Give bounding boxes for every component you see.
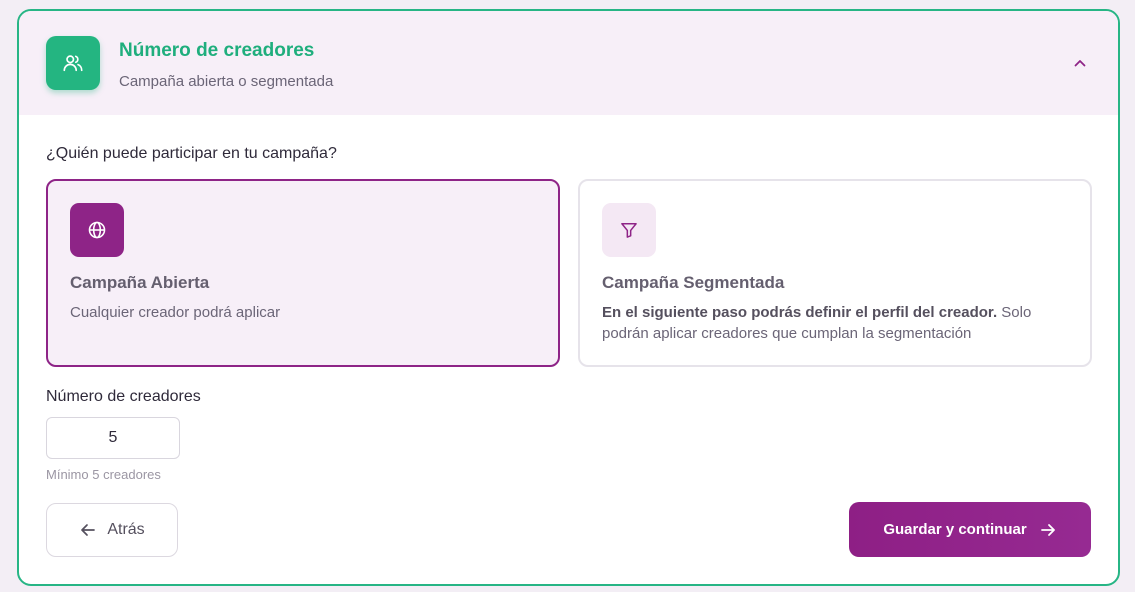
creators-count-hint: Mínimo 5 creadores [46, 467, 161, 482]
chevron-up-icon[interactable] [1070, 53, 1090, 73]
option-segmented-description-bold: En el siguiente paso podrás definir el p… [602, 304, 998, 321]
creators-card: Número de creadores Campaña abierta o se… [17, 9, 1120, 586]
save-continue-label: Guardar y continuar [883, 521, 1027, 538]
section-header[interactable]: Número de creadores Campaña abierta o se… [19, 11, 1118, 115]
arrow-left-icon [79, 521, 97, 539]
save-continue-button[interactable]: Guardar y continuar [849, 502, 1091, 557]
option-open-title: Campaña Abierta [70, 273, 210, 292]
option-open-description: Cualquier creador podrá aplicar [70, 304, 281, 321]
globe-icon [70, 203, 124, 257]
option-segmented-title: Campaña Segmentada [602, 273, 785, 292]
option-segmented-campaign[interactable]: Campaña Segmentada En el siguiente paso … [578, 179, 1092, 367]
arrow-right-icon [1039, 521, 1057, 539]
creators-count-label: Número de creadores [46, 388, 201, 405]
section-title: Número de creadores [119, 40, 315, 61]
section-subtitle: Campaña abierta o segmentada [119, 73, 334, 90]
users-icon [46, 36, 100, 90]
participation-question: ¿Quién puede participar en tu campaña? [46, 145, 337, 162]
option-segmented-description: En el siguiente paso podrás definir el p… [602, 302, 1072, 344]
option-open-campaign[interactable]: Campaña Abierta Cualquier creador podrá … [46, 179, 560, 367]
creators-count-input[interactable] [46, 417, 180, 459]
back-button[interactable]: Atrás [46, 503, 178, 557]
back-button-label: Atrás [107, 521, 145, 538]
filter-icon [602, 203, 656, 257]
